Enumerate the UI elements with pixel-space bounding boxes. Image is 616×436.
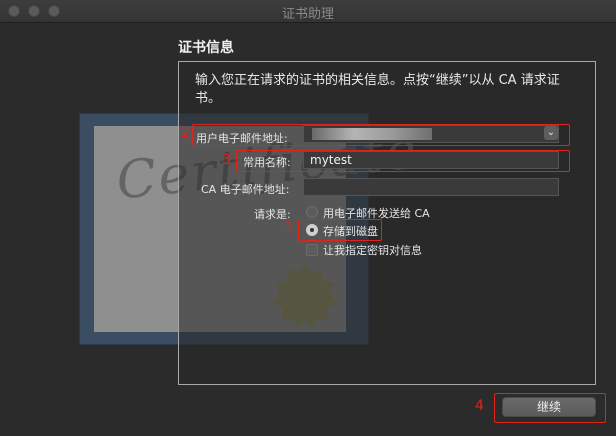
title-bar: 证书助理 — [0, 0, 616, 23]
ca-email-label: CA 电子邮件地址: — [201, 183, 290, 196]
annotation-number-1: 1 — [285, 220, 294, 236]
window-title: 证书助理 — [281, 7, 334, 22]
specify-key-label[interactable]: 让我指定密钥对信息 — [323, 242, 422, 258]
annotation-box-1 — [298, 219, 382, 241]
annotation-number-3: 3 — [222, 152, 231, 168]
annotation-box-4 — [494, 393, 606, 423]
annotation-number-2: 2 — [181, 125, 190, 141]
annotation-number-4: 4 — [475, 398, 484, 414]
ca-email-field[interactable] — [303, 178, 559, 196]
page-title: 证书信息 — [178, 40, 234, 56]
form-panel — [178, 61, 596, 385]
specify-key-checkbox[interactable] — [306, 244, 318, 256]
annotation-box-3 — [236, 150, 570, 172]
annotation-box-2 — [192, 124, 570, 146]
intro-text: 输入您正在请求的证书的相关信息。点按“继续”以从 CA 请求证书。 — [195, 73, 560, 106]
radio-email-ca[interactable] — [306, 206, 318, 218]
